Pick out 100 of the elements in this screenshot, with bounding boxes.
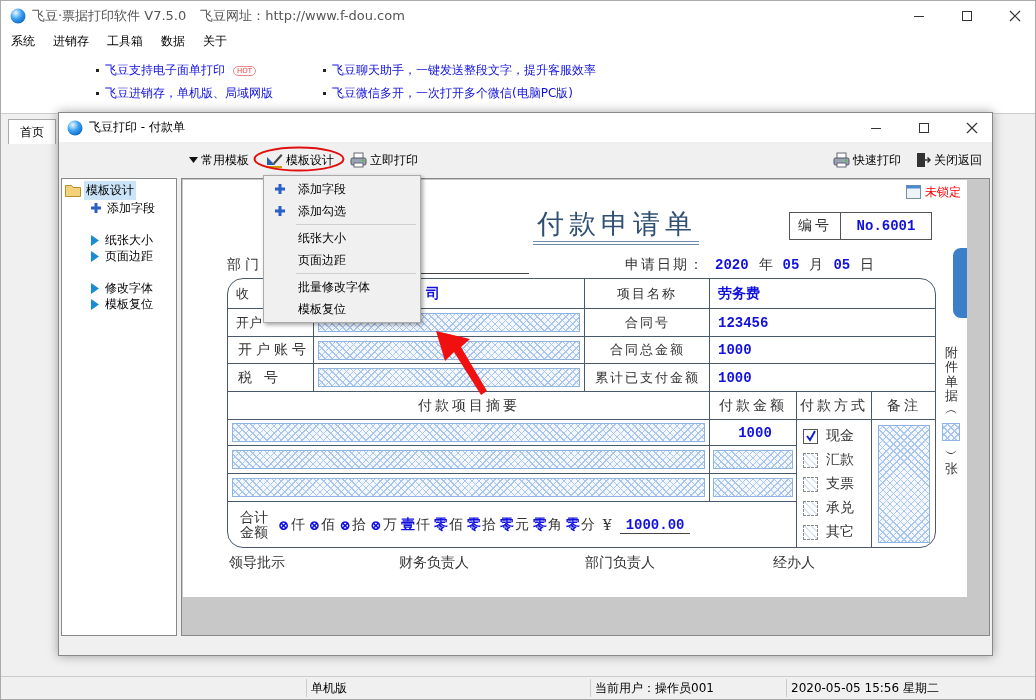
input-field[interactable]	[232, 450, 705, 469]
form-label: 开户	[236, 313, 262, 332]
form-value: 1000	[717, 342, 752, 358]
date-unit: 年	[758, 256, 773, 274]
checkbox[interactable]	[803, 524, 818, 540]
checkbox[interactable]	[803, 476, 818, 492]
tree-item[interactable]: 添加字段	[107, 199, 155, 217]
menu-item[interactable]: 数据	[161, 32, 185, 50]
pencil-ruler-icon	[265, 152, 283, 168]
menu-item[interactable]: 工具箱	[107, 32, 143, 50]
printer-icon	[833, 152, 850, 168]
checkbox-label: 承兑	[826, 499, 854, 517]
maximize-icon[interactable]	[918, 121, 930, 134]
website-label: 飞豆网址：http://www.f-dou.com	[200, 7, 405, 25]
currency-sign: ¥	[602, 517, 612, 533]
input-field[interactable]	[713, 450, 793, 469]
column-header: 付款金额	[719, 396, 787, 415]
toolbar-button[interactable]: 常用模板	[185, 149, 253, 171]
digit-unit: 拾	[352, 516, 366, 534]
amount-value: 1000	[737, 424, 772, 441]
lock-status[interactable]: 未锁定	[925, 183, 961, 201]
dialog-title: 飞豆打印 - 付款单	[89, 119, 185, 136]
input-field[interactable]	[318, 340, 580, 360]
input-field[interactable]	[232, 478, 705, 497]
input-field[interactable]	[942, 423, 960, 442]
menu-item[interactable]: 进销存	[53, 32, 89, 50]
close-icon[interactable]	[1009, 10, 1021, 22]
toolbar-button[interactable]: 立即打印	[346, 149, 422, 171]
tree-item[interactable]: 模板复位	[105, 295, 153, 313]
tree-item[interactable]: 修改字体	[105, 279, 153, 297]
checkbox-label: 支票	[826, 475, 854, 493]
date-value: 05	[833, 257, 851, 273]
app-logo-icon	[67, 119, 83, 136]
digit-value: 零	[466, 516, 481, 534]
news-link[interactable]: 飞豆聊天助手，一键发送整段文字，提升客服效率	[332, 62, 596, 79]
digit-unit: 元	[514, 516, 529, 534]
digit-value: ⊗	[277, 517, 290, 533]
digit-value: ⊗	[339, 517, 351, 533]
input-field[interactable]	[878, 425, 930, 543]
total-amount: 1000.00	[619, 516, 691, 534]
triangle-icon	[91, 234, 99, 246]
status-text: 当前用户：操作员001	[590, 679, 786, 697]
form-value: 1000	[717, 369, 752, 386]
form-label: ︶张	[944, 447, 958, 477]
caret-icon	[189, 157, 198, 163]
menu-item[interactable]: 系统	[11, 32, 35, 50]
maximize-icon[interactable]	[961, 10, 973, 22]
digit-unit: 佰	[448, 516, 463, 534]
date-unit: 月	[809, 256, 824, 274]
close-icon[interactable]	[966, 121, 978, 134]
date-value: 2020	[715, 257, 749, 273]
menu-item[interactable]: 添加字段	[264, 178, 420, 200]
news-link[interactable]: 飞豆支持电子面单打印	[105, 62, 225, 79]
tree-item[interactable]: 页面边距	[105, 247, 153, 265]
input-field[interactable]	[713, 478, 793, 497]
menu-item[interactable]: 关于	[203, 32, 227, 50]
digit-value: 零	[565, 516, 580, 534]
form-label: 合同总金额	[609, 341, 685, 359]
checkbox[interactable]	[803, 428, 818, 444]
checkbox[interactable]	[803, 500, 818, 516]
digit-value: ⊗	[370, 517, 382, 533]
digit-unit: 分	[580, 516, 595, 534]
signature-label: 经办人	[773, 554, 816, 572]
app-logo-icon	[10, 8, 26, 24]
digit-value: 零	[532, 516, 547, 534]
toolbar-button[interactable]: 关闭返回	[911, 149, 986, 171]
digit-unit: 万	[382, 516, 397, 534]
news-link[interactable]: 飞豆微信多开，一次打开多个微信(电脑PC版)	[332, 85, 573, 102]
form-number: No.6001	[855, 217, 917, 236]
menu-item[interactable]: 纸张大小	[264, 227, 420, 249]
toolbar-button[interactable]: 快速打印	[829, 149, 905, 171]
plus-icon	[275, 184, 285, 194]
tab[interactable]: 首页	[8, 119, 56, 144]
input-field[interactable]	[232, 423, 705, 442]
menu-item[interactable]: 页面边距	[264, 249, 420, 271]
checkbox[interactable]	[803, 452, 818, 468]
form-label: 开户账号	[238, 341, 310, 359]
bullet-icon	[96, 92, 99, 95]
printer-icon	[350, 152, 367, 168]
column-header: 付款项目摘要	[417, 396, 520, 415]
signature-label: 领导批示	[229, 554, 286, 572]
form-label: 累计已支付金额	[594, 368, 700, 387]
checkbox-label: 汇款	[826, 451, 854, 469]
menu-item[interactable]: 添加勾选	[264, 200, 420, 222]
calendar-icon	[906, 185, 921, 199]
side-tab[interactable]	[953, 248, 967, 318]
checkbox-label: 其它	[826, 523, 854, 541]
form-label: 税 号	[238, 368, 283, 387]
date-value: 05	[782, 257, 800, 273]
form-label: 附件单据︵	[944, 346, 958, 418]
tree-item[interactable]: 纸张大小	[105, 231, 153, 249]
column-header: 付款方式	[800, 396, 868, 415]
tree-item[interactable]: 模板设计	[84, 181, 136, 200]
digit-unit: 佰	[321, 516, 336, 534]
signature-label: 财务负责人	[399, 554, 470, 572]
menu-item[interactable]: 模板复位	[264, 298, 420, 320]
menu-item[interactable]: 批量修改字体	[264, 276, 420, 298]
input-field[interactable]	[318, 368, 580, 387]
plus-icon	[275, 206, 285, 216]
news-link[interactable]: 飞豆进销存，单机版、局域网版	[105, 85, 273, 102]
